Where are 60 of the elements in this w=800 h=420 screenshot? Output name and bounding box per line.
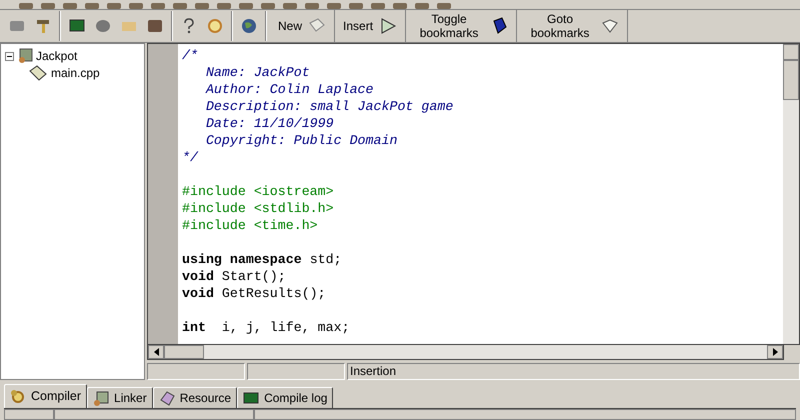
monitor-icon: [243, 390, 260, 406]
code-line: Copyright: Public Domain: [204, 132, 398, 149]
toolbar-button[interactable]: Goto bookmarks: [517, 10, 628, 42]
toolbar-icon[interactable]: [18, 2, 34, 9]
toolbar-icon[interactable]: [326, 2, 342, 9]
right-arrow-icon[interactable]: [772, 348, 778, 356]
code-line: #include <stdlib.h>: [182, 200, 335, 217]
code-line: Name: JackPot: [204, 64, 311, 81]
toolbar-icon[interactable]: [392, 2, 408, 9]
tree-item[interactable]: main.cpp: [51, 64, 100, 82]
tree-item[interactable]: Jackpot: [36, 47, 78, 66]
linker-icon: [93, 390, 110, 406]
status-text: Insertion: [347, 362, 800, 380]
globe-icon[interactable]: [240, 16, 258, 35]
toolbar-icon[interactable]: [84, 2, 100, 9]
code-editor[interactable]: [178, 44, 783, 344]
toolbar-icon[interactable]: [172, 2, 188, 9]
toolbar-icon[interactable]: [304, 2, 320, 9]
left-arrow-icon[interactable]: [154, 348, 158, 356]
vertical-scrollbar[interactable]: [783, 44, 799, 344]
toolbar-icon[interactable]: [40, 2, 56, 9]
toolbar-icon[interactable]: [106, 2, 122, 9]
tab[interactable]: Compiler: [4, 384, 88, 408]
toolbar-icon[interactable]: [260, 2, 276, 9]
code-line: Date: 11/10/1999: [204, 114, 335, 132]
tab[interactable]: Linker: [87, 387, 153, 408]
expand-toggle[interactable]: [5, 52, 14, 61]
toolbar-icon[interactable]: [436, 2, 452, 9]
tab[interactable]: Resource: [152, 387, 238, 408]
toolbar-button[interactable]: New: [270, 10, 336, 42]
triangle-icon: [379, 16, 398, 35]
scrollbar-thumb[interactable]: [164, 344, 204, 359]
code-line: int i, j, life, max;: [182, 318, 351, 336]
toolbar-icon[interactable]: [194, 2, 210, 9]
toolbar-icon[interactable]: [282, 2, 298, 9]
file-icon: [29, 65, 47, 82]
code-line: using namespace std;: [182, 250, 343, 268]
project-icon: [17, 48, 33, 64]
code-line: #include <time.h>: [182, 216, 319, 234]
minus-icon: [7, 54, 12, 59]
code-line: Author: Colin Laplace: [204, 80, 375, 98]
toolbar-icon[interactable]: [216, 2, 232, 9]
toolbar-icon[interactable]: [128, 2, 144, 9]
code-line: void Start();: [182, 268, 287, 285]
tab[interactable]: Compile log: [237, 387, 334, 408]
toolbar-icon[interactable]: [348, 2, 364, 9]
toolbar-icon[interactable]: [414, 2, 430, 9]
horizontal-scrollbar[interactable]: [147, 344, 784, 360]
palette-icon: [158, 390, 175, 406]
toolbar-icon[interactable]: [150, 2, 166, 9]
code-line: Description: small JackPot game: [204, 98, 454, 115]
toolbar-icon[interactable]: [370, 2, 386, 9]
toolbar-icon[interactable]: [62, 2, 78, 9]
toolbar-icon[interactable]: [238, 2, 254, 9]
code-line: */: [182, 148, 200, 166]
code-line: void GetResults();: [182, 284, 327, 302]
toolbar-button[interactable]: Toggle bookmarks: [406, 10, 518, 42]
toolbar-button[interactable]: Insert: [335, 10, 406, 42]
code-line: #include <iostream>: [182, 182, 335, 200]
code-line: /*: [182, 46, 199, 64]
